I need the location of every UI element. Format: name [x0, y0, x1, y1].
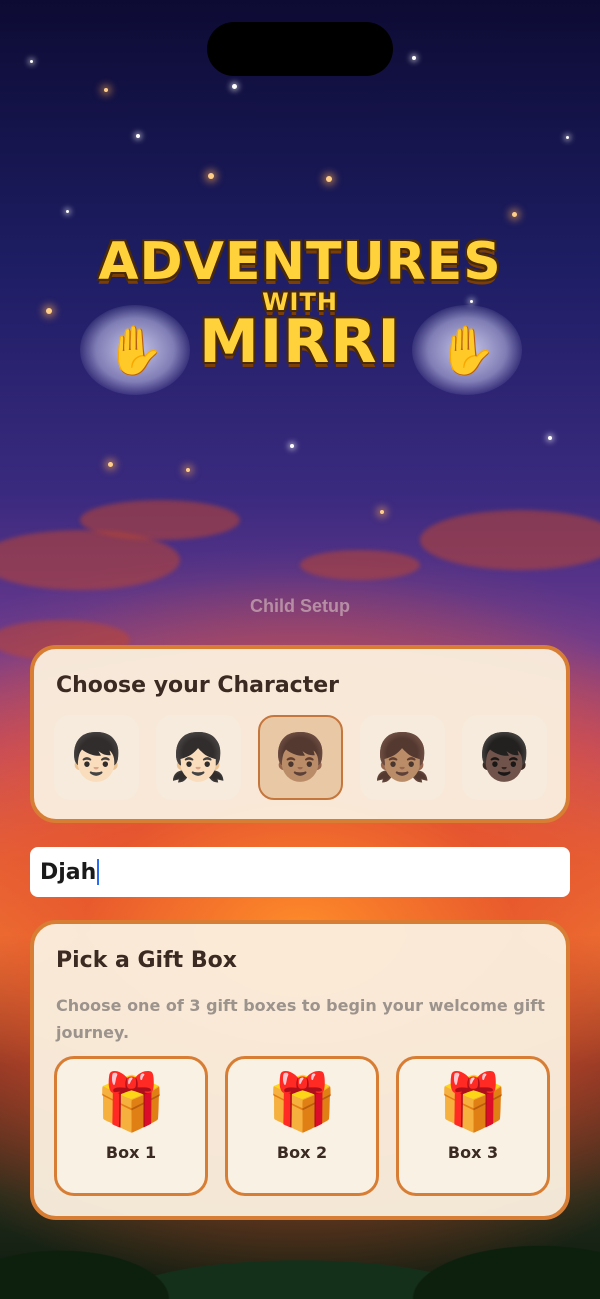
gift-icon: 🎁 — [96, 1070, 166, 1135]
character-card-title: Choose your Character — [56, 673, 340, 698]
character-option[interactable]: 👦🏿 — [462, 715, 547, 800]
character-option[interactable]: 👧🏻 — [156, 715, 241, 800]
character-option-selected[interactable]: 👦🏽 — [258, 715, 343, 800]
gift-card-title: Pick a Gift Box — [56, 948, 237, 973]
gift-box-label: Box 1 — [105, 1143, 157, 1162]
gift-box-label: Box 3 — [447, 1143, 499, 1162]
gift-box-1-button[interactable]: 🎁 Box 1 — [54, 1056, 208, 1196]
logo-line-mirri: MIRRI — [199, 307, 401, 377]
logo-line-adventures: ADVENTURES — [98, 232, 502, 292]
gift-box-2-button[interactable]: 🎁 Box 2 — [225, 1056, 379, 1196]
text-caret — [97, 859, 100, 885]
sunset-clouds — [0, 490, 600, 670]
dynamic-island — [207, 22, 393, 76]
gift-icon: 🎁 — [438, 1070, 508, 1135]
child-name-input[interactable]: Djah — [30, 847, 570, 897]
gift-box-card: Pick a Gift Box Choose one of 3 gift box… — [30, 920, 570, 1220]
page-title: Child Setup — [250, 596, 350, 616]
character-option[interactable]: 👦🏻 — [54, 715, 139, 800]
character-options: 👦🏻 👧🏻 👦🏽 👧🏽 👦🏿 — [54, 715, 547, 800]
gift-icon: 🎁 — [267, 1070, 337, 1135]
gift-box-options: 🎁 Box 1 🎁 Box 2 🎁 Box 3 — [54, 1056, 550, 1196]
character-option[interactable]: 👧🏽 — [360, 715, 445, 800]
gift-card-description: Choose one of 3 gift boxes to begin your… — [56, 996, 545, 1042]
gift-box-3-button[interactable]: 🎁 Box 3 — [396, 1056, 550, 1196]
character-card: Choose your Character 👦🏻 👧🏻 👦🏽 👧🏽 👦🏿 — [30, 645, 570, 823]
gift-box-label: Box 2 — [276, 1143, 328, 1162]
app-logo: ADVENTURES WITH MIRRI — [75, 230, 525, 390]
child-name-value: Djah — [40, 859, 97, 885]
